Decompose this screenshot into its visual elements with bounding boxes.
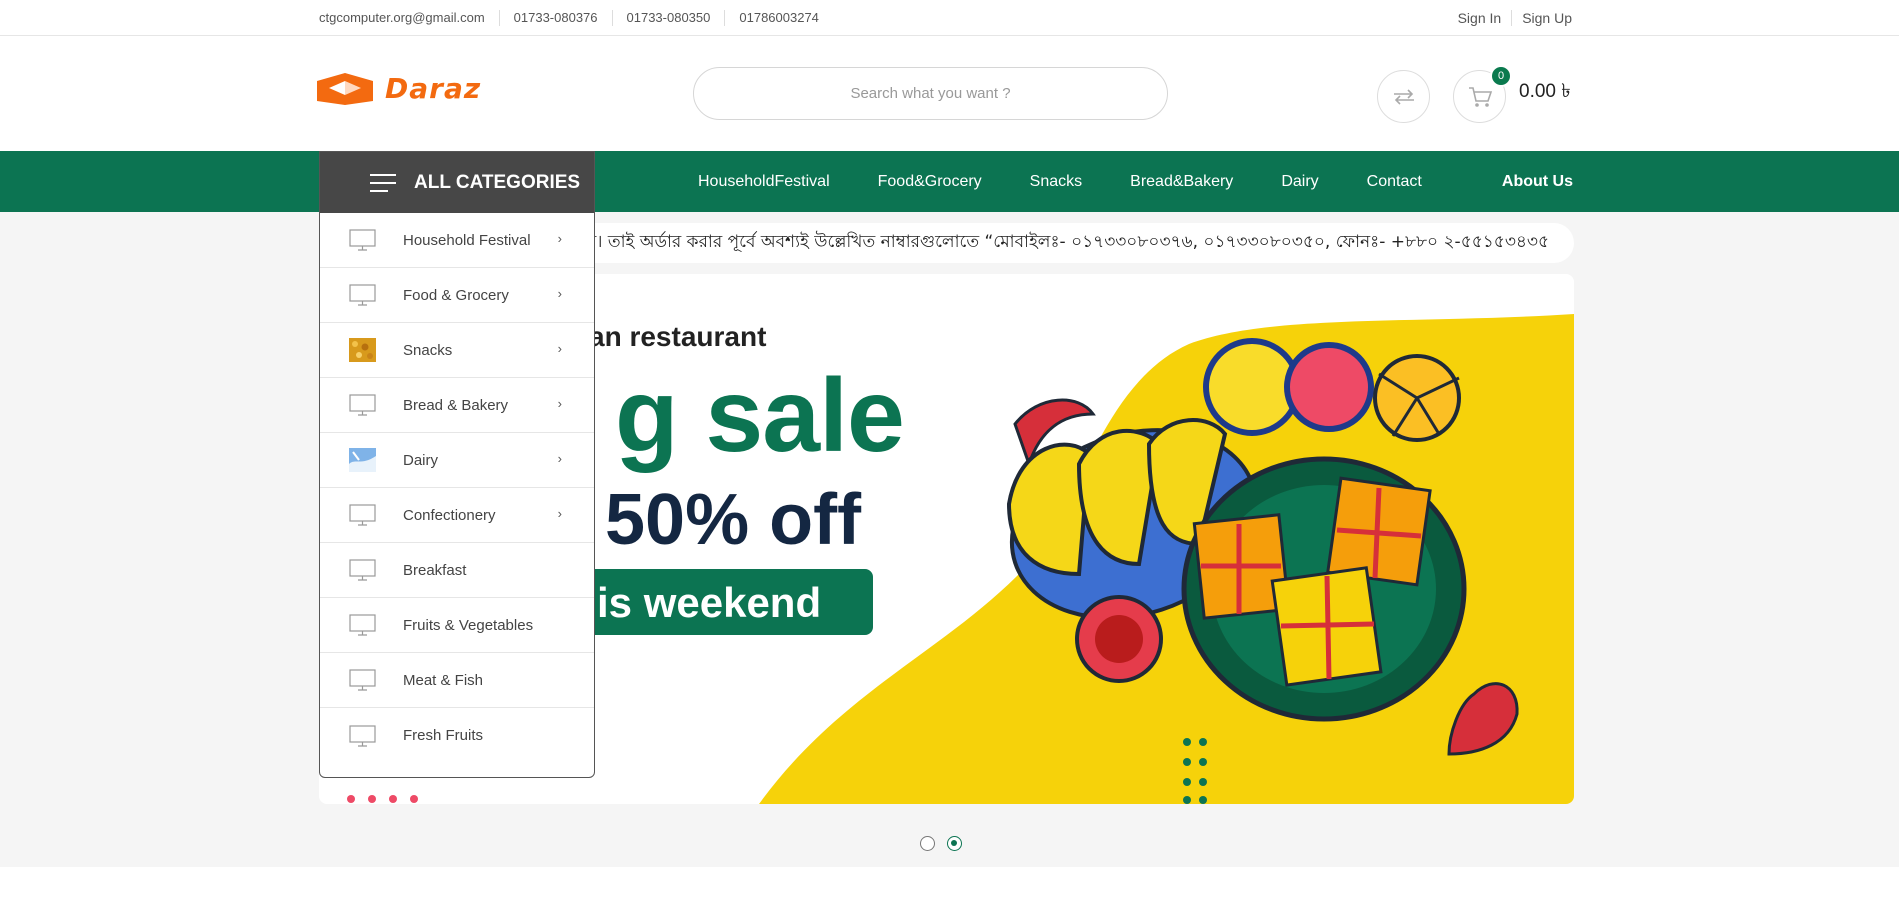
chevron-right-icon: › — [557, 506, 562, 521]
category-item[interactable]: Household Festival › — [320, 213, 594, 268]
category-label: Snacks — [403, 341, 453, 359]
compare-icon — [1393, 88, 1414, 105]
category-dropdown: ALL CATEGORIES Household Festival › Food &… — [319, 151, 595, 778]
search-input[interactable] — [694, 68, 1167, 119]
banner-cta-pill: is weekend — [549, 569, 873, 635]
monitor-icon — [349, 503, 376, 527]
category-item[interactable]: Bread & Bakery › — [320, 378, 594, 433]
monitor-icon — [349, 558, 376, 582]
category-item[interactable]: Food & Grocery › — [320, 268, 594, 323]
category-item[interactable]: Snacks › — [320, 323, 594, 378]
nav-link-household-festival[interactable]: HouseholdFestival — [698, 173, 830, 191]
chevron-right-icon: › — [557, 231, 562, 246]
nav-link-snacks[interactable]: Snacks — [1030, 173, 1082, 191]
hamburger-menu-icon — [370, 173, 396, 193]
category-item[interactable]: Meat & Fish — [320, 653, 594, 708]
category-item[interactable]: Confectionery › — [320, 488, 594, 543]
banner-line-2: g sale — [615, 358, 905, 474]
nav-link-bread-bakery[interactable]: Bread&Bakery — [1130, 173, 1233, 191]
nav-link-about-us[interactable]: About Us — [1502, 151, 1573, 212]
category-item[interactable]: Fresh Fruits — [320, 708, 594, 763]
search-box — [693, 67, 1168, 120]
category-label: Confectionery — [403, 506, 496, 524]
header: Daraz 0 0.00 ৳ — [0, 37, 1899, 151]
monitor-icon — [349, 613, 376, 637]
category-item[interactable]: Breakfast — [320, 543, 594, 598]
all-categories-label: ALL CATEGORIES — [414, 171, 581, 193]
contact-phone-1[interactable]: 01733-080376 — [498, 10, 612, 26]
monitor-icon — [349, 228, 376, 252]
category-label: Meat & Fish — [403, 671, 484, 689]
main-nav: HouseholdFestival Food&Grocery Snacks Br… — [0, 151, 1899, 212]
nav-link-food-grocery[interactable]: Food&Grocery — [878, 173, 982, 191]
monitor-icon — [349, 668, 376, 692]
category-list: Household Festival › Food & Grocery › Snacks… — [320, 213, 594, 763]
category-label: Breakfast — [403, 561, 467, 579]
slider-dot-2[interactable] — [947, 836, 962, 851]
snacks-thumbnail — [349, 338, 376, 362]
chevron-right-icon: › — [557, 396, 562, 411]
compare-button[interactable] — [1377, 70, 1430, 123]
chevron-right-icon: › — [557, 341, 562, 356]
category-label: Food & Grocery — [403, 286, 509, 304]
contact-email[interactable]: ctgcomputer.org@gmail.com — [319, 10, 499, 26]
sign-up-link[interactable]: Sign Up — [1511, 10, 1572, 26]
dairy-thumbnail — [349, 448, 376, 472]
contact-phone-3[interactable]: 01786003274 — [724, 10, 833, 26]
contact-phone-2[interactable]: 01733-080350 — [611, 10, 725, 26]
chevron-right-icon: › — [557, 286, 562, 301]
nav-link-dairy[interactable]: Dairy — [1281, 173, 1318, 191]
banner-line-3: 50% off — [605, 480, 862, 560]
category-label: Bread & Bakery — [403, 396, 509, 414]
cart-total[interactable]: 0.00 ৳ — [1519, 77, 1571, 109]
all-categories-button[interactable]: ALL CATEGORIES — [320, 152, 594, 213]
slider-dot-1[interactable] — [920, 836, 935, 851]
category-label: Fresh Fruits — [403, 727, 484, 744]
banner-line-4: is weekend — [597, 579, 822, 626]
nav-link-contact[interactable]: Contact — [1367, 173, 1422, 191]
category-item[interactable]: Fruits & Vegetables — [320, 598, 594, 653]
monitor-icon — [349, 724, 376, 748]
category-label: Dairy — [403, 451, 439, 469]
nav-links: HouseholdFestival Food&Grocery Snacks Br… — [674, 151, 1446, 212]
banner-line-1: an restaurant — [589, 321, 767, 352]
logo[interactable]: Daraz — [315, 71, 481, 105]
daraz-logo-mark-icon — [317, 73, 373, 105]
category-label: Fruits & Vegetables — [403, 616, 534, 634]
auth-links: Sign In Sign Up — [1448, 0, 1572, 36]
contact-info: ctgcomputer.org@gmail.com 01733-080376 0… — [319, 0, 833, 36]
cart-icon — [1468, 86, 1492, 107]
sign-in-link[interactable]: Sign In — [1448, 10, 1512, 26]
cart-count-badge: 0 — [1490, 65, 1512, 87]
slider-dots — [920, 836, 962, 851]
monitor-icon — [349, 393, 376, 417]
monitor-icon — [349, 283, 376, 307]
logo-text: Daraz — [385, 71, 482, 105]
category-item[interactable]: Dairy › — [320, 433, 594, 488]
top-bar: ctgcomputer.org@gmail.com 01733-080376 0… — [0, 0, 1899, 36]
category-label: Household Festival — [403, 231, 531, 249]
chevron-right-icon: › — [557, 451, 562, 466]
